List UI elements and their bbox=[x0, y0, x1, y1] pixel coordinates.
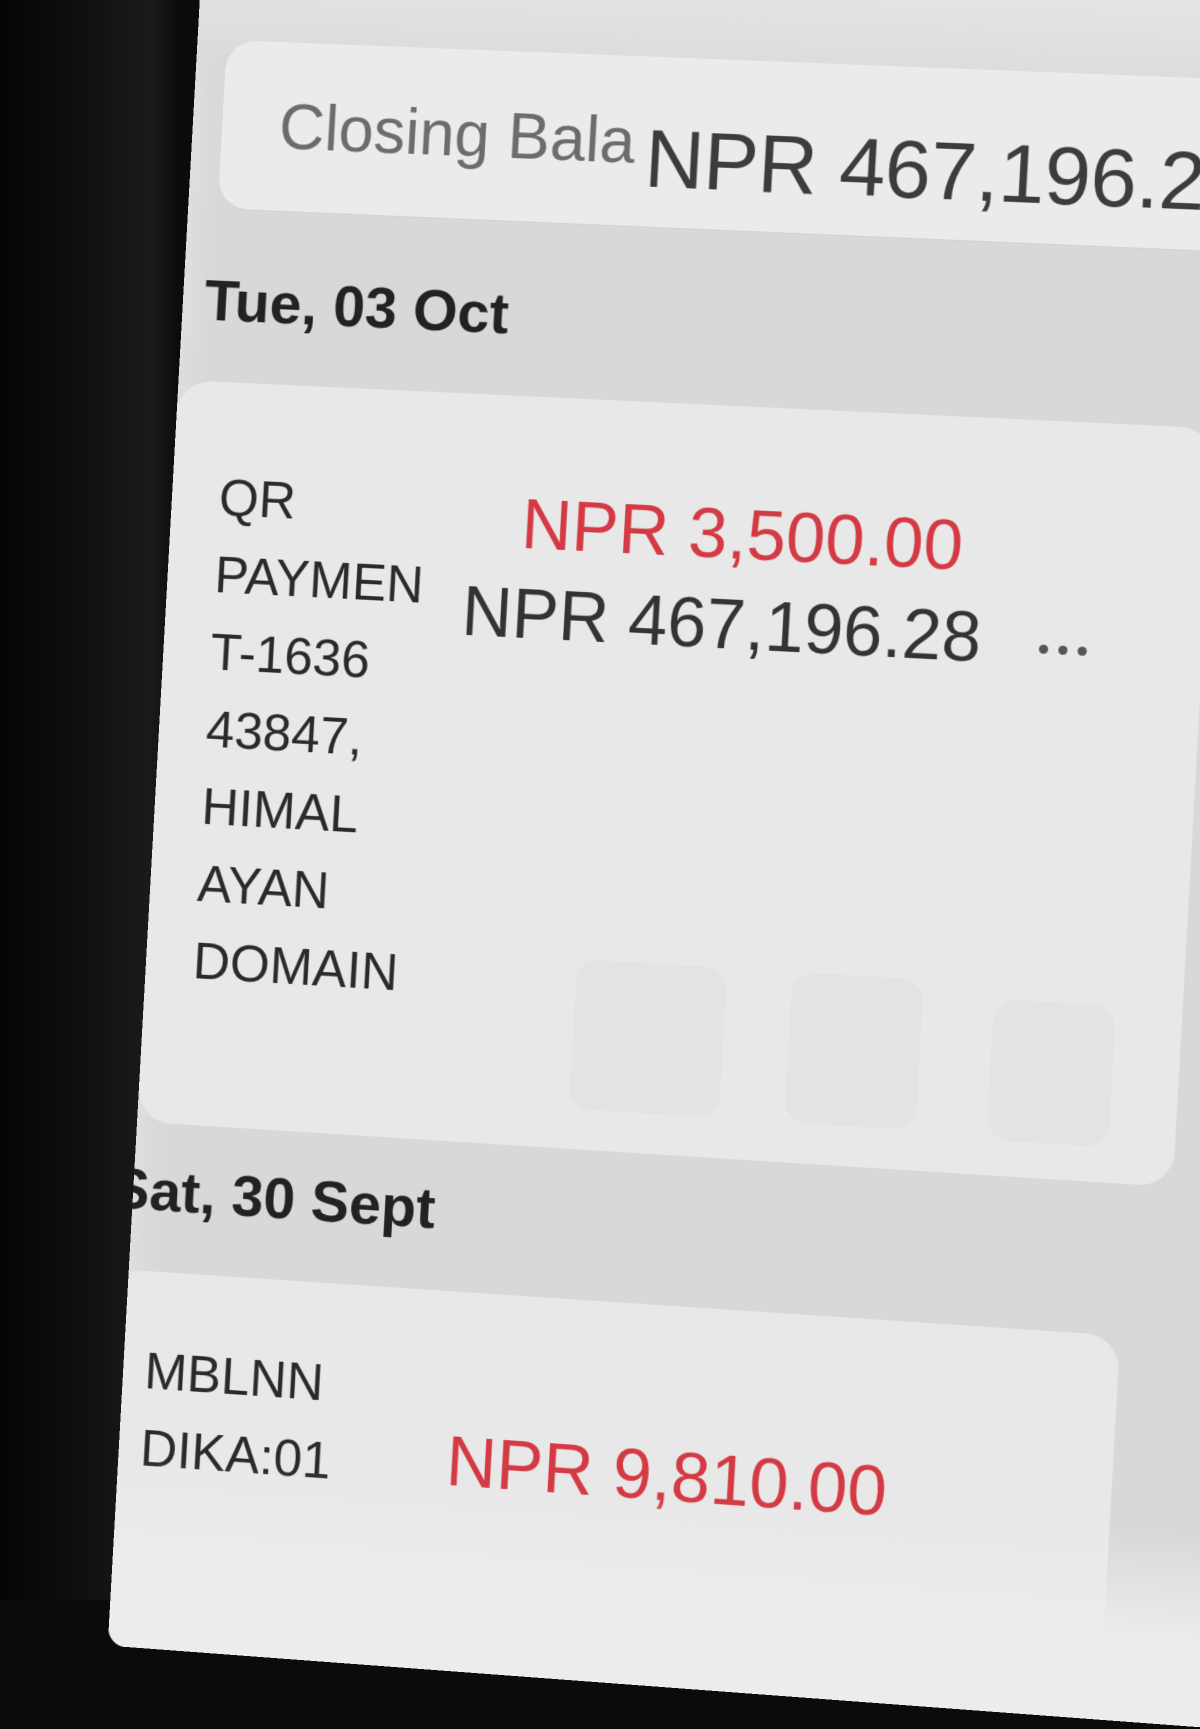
date-header-sat-30-sept: Sat, 30 Sept bbox=[109, 1155, 438, 1242]
faded-action-icon bbox=[986, 998, 1117, 1148]
faded-action-icon bbox=[784, 971, 924, 1131]
faded-action-icon bbox=[568, 959, 728, 1119]
banking-statement-screen: Closing Bala NPR 467,196.28 Tue, 03 Oct … bbox=[107, 0, 1200, 1729]
closing-balance-card: Closing Bala NPR 467,196.28 bbox=[217, 39, 1200, 256]
transaction-description: QR PAYMEN T-1636 43847, HIMAL AYAN DOMAI… bbox=[191, 469, 426, 1003]
transaction-amount: NPR 3,500.00 bbox=[519, 485, 966, 585]
transaction-card[interactable]: QR PAYMEN T-1636 43847, HIMAL AYAN DOMAI… bbox=[137, 379, 1200, 1187]
more-horizontal-icon[interactable] bbox=[1038, 644, 1088, 657]
closing-balance-label: Closing Bala bbox=[277, 90, 638, 177]
date-header-tue-03-oct: Tue, 03 Oct bbox=[202, 268, 511, 347]
transaction-balance: NPR 467,196.28 bbox=[459, 571, 984, 677]
closing-balance-value: NPR 467,196.28 bbox=[642, 113, 1200, 231]
